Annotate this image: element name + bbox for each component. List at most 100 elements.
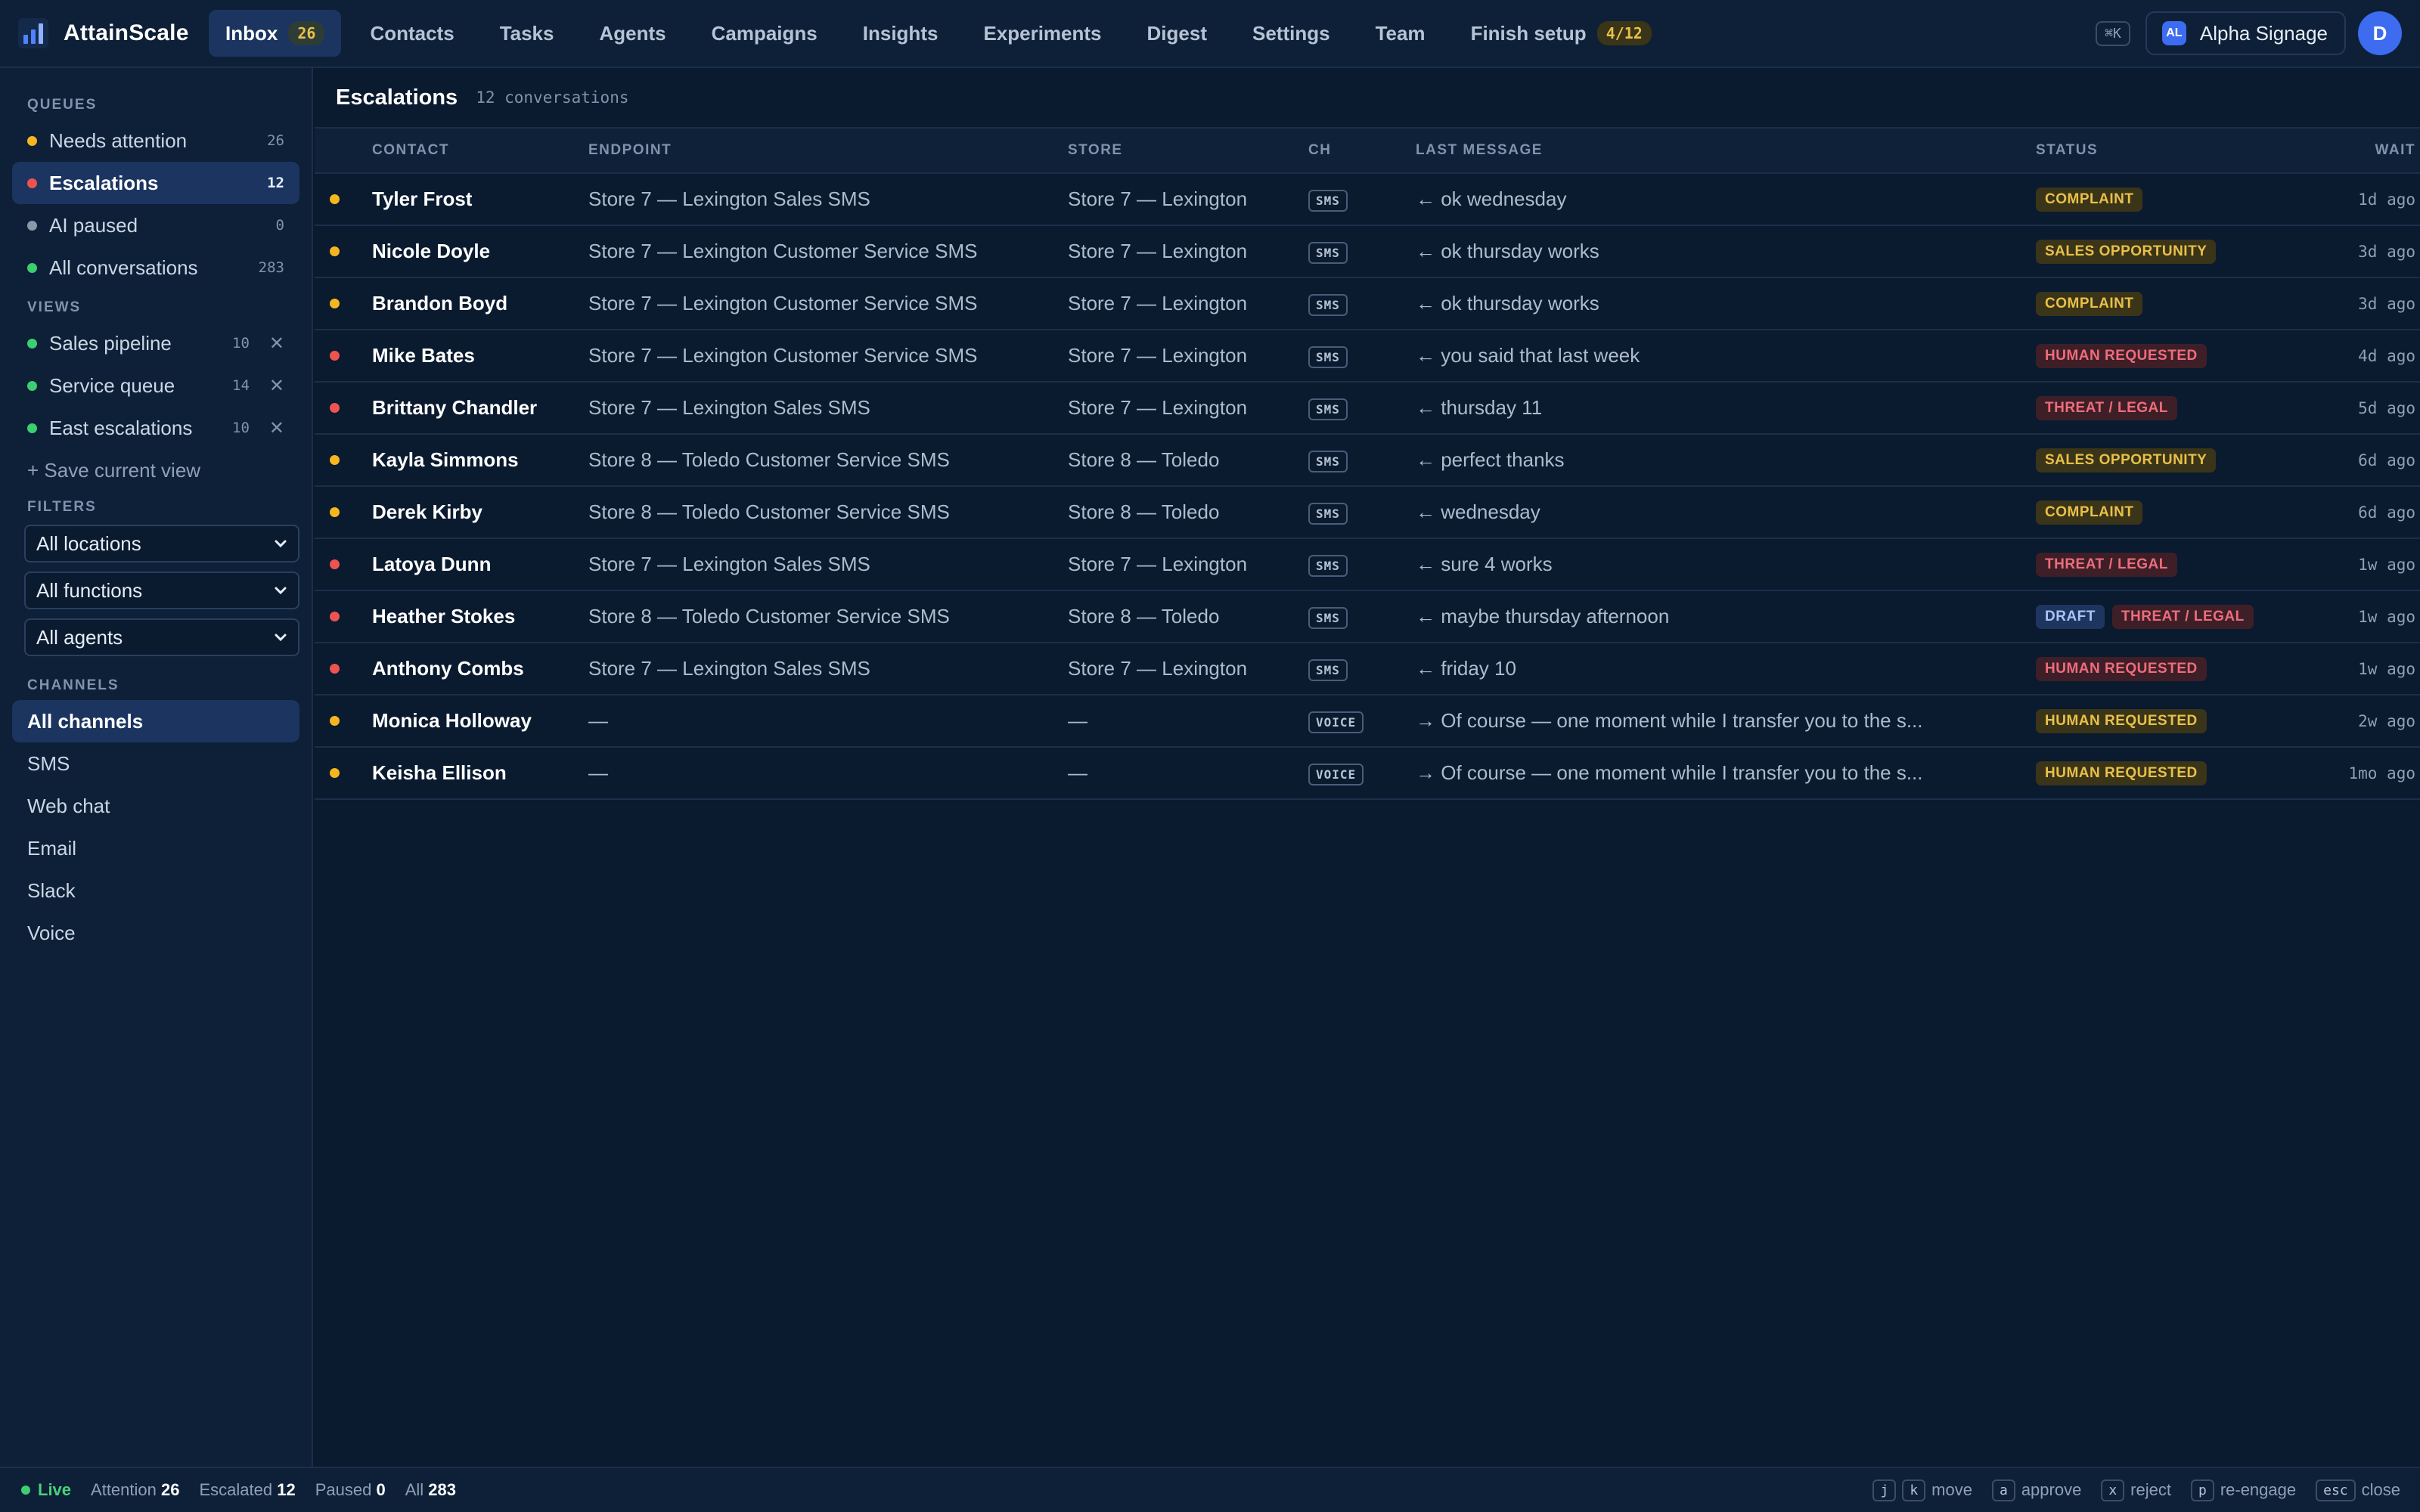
filter-select-all-agents[interactable]: All agents bbox=[24, 618, 299, 656]
table-row[interactable]: Nicole Doyle Store 7 — Lexington Customer… bbox=[315, 226, 2420, 278]
channel-label: Web chat bbox=[27, 794, 110, 817]
shortcut-key: esc bbox=[2316, 1479, 2356, 1501]
contact-name[interactable]: Keisha Ellison bbox=[372, 761, 588, 785]
nav-item-insights[interactable]: Insights bbox=[846, 10, 955, 57]
status-badge: COMPLAINT bbox=[2036, 291, 2143, 316]
channel-item-all-channels[interactable]: All channels bbox=[12, 700, 299, 742]
column-header-endpoint[interactable]: ENDPOINT bbox=[588, 142, 1068, 159]
sidebar-item-service-queue[interactable]: Service queue 14 ✕ bbox=[12, 364, 299, 407]
channel-badge: SMS bbox=[1308, 451, 1348, 472]
nav-label: Inbox bbox=[225, 21, 278, 45]
nav-label: Contacts bbox=[370, 21, 455, 45]
sidebar-item-all-conversations[interactable]: All conversations 283 bbox=[12, 246, 299, 289]
contact-name[interactable]: Monica Holloway bbox=[372, 709, 588, 733]
status-dot bbox=[27, 178, 37, 188]
shortcut-label: approve bbox=[2021, 1480, 2082, 1499]
last-message: ← perfect thanks bbox=[1416, 448, 1565, 471]
contact-name[interactable]: Tyler Frost bbox=[372, 187, 588, 211]
channel-badge: SMS bbox=[1308, 398, 1348, 420]
nav-item-team[interactable]: Team bbox=[1359, 10, 1442, 57]
user-avatar[interactable]: D bbox=[2358, 11, 2402, 55]
endpoint: Store 8 — Toledo Customer Service SMS bbox=[588, 605, 950, 627]
channel-item-voice[interactable]: Voice bbox=[12, 912, 299, 954]
close-icon[interactable]: ✕ bbox=[269, 375, 284, 397]
keyboard-shortcuts: j k move a approve x reject p re-engage esc close bbox=[1872, 1479, 2400, 1501]
table-row[interactable]: Keisha Ellison — — VOICE → Of course — one m… bbox=[315, 748, 2420, 800]
column-header-contact[interactable]: CONTACT bbox=[372, 142, 588, 159]
brand[interactable]: AttainScale bbox=[18, 18, 209, 48]
nav-item-campaigns[interactable]: Campaigns bbox=[695, 10, 834, 57]
channel-item-sms[interactable]: SMS bbox=[12, 742, 299, 785]
column-header-last-message[interactable]: LAST MESSAGE bbox=[1416, 142, 2036, 159]
main-panel: Escalations 12 conversations CONTACT END… bbox=[315, 68, 2420, 1467]
contact-name[interactable]: Latoya Dunn bbox=[372, 553, 588, 576]
sidebar-item-label: Sales pipeline bbox=[49, 331, 172, 355]
column-header-channel[interactable]: CH bbox=[1308, 142, 1416, 159]
stat-all: All 283 bbox=[405, 1480, 456, 1500]
store: — bbox=[1068, 709, 1087, 732]
filter-select-all-functions[interactable]: All functions bbox=[24, 572, 299, 609]
status-badge: HUMAN REQUESTED bbox=[2036, 708, 2207, 733]
save-view-button[interactable]: + Save current view bbox=[12, 449, 299, 491]
contact-name[interactable]: Mike Bates bbox=[372, 344, 588, 367]
nav-item-settings[interactable]: Settings bbox=[1236, 10, 1347, 57]
nav-item-inbox[interactable]: Inbox 26 bbox=[209, 10, 342, 57]
org-avatar: AL bbox=[2161, 21, 2186, 45]
channels-heading: CHANNELS bbox=[27, 677, 119, 693]
endpoint: Store 8 — Toledo Customer Service SMS bbox=[588, 448, 950, 471]
priority-dot bbox=[330, 612, 340, 621]
table-row[interactable]: Latoya Dunn Store 7 — Lexington Sales SMS… bbox=[315, 539, 2420, 591]
nav-badge: 26 bbox=[288, 21, 325, 45]
table-row[interactable]: Kayla Simmons Store 8 — Toledo Customer S… bbox=[315, 435, 2420, 487]
column-header-wait[interactable]: WAIT bbox=[2301, 142, 2417, 159]
nav-item-digest[interactable]: Digest bbox=[1131, 10, 1224, 57]
sidebar-item-sales-pipeline[interactable]: Sales pipeline 10 ✕ bbox=[12, 322, 299, 364]
table-row[interactable]: Derek Kirby Store 8 — Toledo Customer Ser… bbox=[315, 487, 2420, 539]
table-row[interactable]: Mike Bates Store 7 — Lexington Customer S… bbox=[315, 330, 2420, 383]
last-message: ← thursday 11 bbox=[1416, 396, 1543, 419]
contact-name[interactable]: Brittany Chandler bbox=[372, 396, 588, 420]
nav-item-experiments[interactable]: Experiments bbox=[966, 10, 1118, 57]
close-icon[interactable]: ✕ bbox=[269, 417, 284, 439]
column-header-store[interactable]: STORE bbox=[1068, 142, 1308, 159]
filter-select-all-locations[interactable]: All locations bbox=[24, 525, 299, 562]
store: Store 7 — Lexington bbox=[1068, 240, 1248, 262]
priority-dot bbox=[330, 768, 340, 778]
sidebar-item-ai-paused[interactable]: AI paused 0 bbox=[12, 204, 299, 246]
channel-item-slack[interactable]: Slack bbox=[12, 869, 299, 912]
nav-item-agents[interactable]: Agents bbox=[582, 10, 682, 57]
table-row[interactable]: Anthony Combs Store 7 — Lexington Sales S… bbox=[315, 643, 2420, 696]
contact-name[interactable]: Derek Kirby bbox=[372, 500, 588, 524]
table-row[interactable]: Monica Holloway — — VOICE → Of course — one … bbox=[315, 696, 2420, 748]
contact-name[interactable]: Anthony Combs bbox=[372, 657, 588, 680]
close-icon[interactable]: ✕ bbox=[269, 333, 284, 355]
stat-label: Attention bbox=[91, 1480, 157, 1499]
contact-name[interactable]: Kayla Simmons bbox=[372, 448, 588, 472]
endpoint: Store 7 — Lexington Sales SMS bbox=[588, 187, 870, 210]
table-row[interactable]: Brittany Chandler Store 7 — Lexington Sal… bbox=[315, 383, 2420, 435]
nav-item-tasks[interactable]: Tasks bbox=[483, 10, 571, 57]
sidebar-item-needs-attention[interactable]: Needs attention 26 bbox=[12, 119, 299, 162]
channel-item-web-chat[interactable]: Web chat bbox=[12, 785, 299, 827]
conversation-table-body: Tyler Frost Store 7 — Lexington Sales SMS… bbox=[315, 174, 2420, 800]
last-message: → Of course — one moment while I transfe… bbox=[1416, 709, 1923, 732]
last-message: ← ok thursday works bbox=[1416, 292, 1599, 314]
nav-item-finish-setup[interactable]: Finish setup 4/12 bbox=[1454, 10, 1668, 57]
stat-paused: Paused 0 bbox=[315, 1480, 386, 1500]
nav-item-contacts[interactable]: Contacts bbox=[353, 10, 470, 57]
command-palette-shortcut[interactable]: ⌘K bbox=[2096, 20, 2130, 46]
channel-item-email[interactable]: Email bbox=[12, 827, 299, 869]
table-row[interactable]: Brandon Boyd Store 7 — Lexington Customer… bbox=[315, 278, 2420, 330]
org-switcher[interactable]: AL Alpha Signage bbox=[2145, 11, 2346, 55]
contact-name[interactable]: Nicole Doyle bbox=[372, 240, 588, 263]
contact-name[interactable]: Heather Stokes bbox=[372, 605, 588, 628]
nav-label: Finish setup bbox=[1470, 21, 1587, 45]
contact-name[interactable]: Brandon Boyd bbox=[372, 292, 588, 315]
sidebar-item-east-escalations[interactable]: East escalations 10 ✕ bbox=[12, 407, 299, 449]
status-dot bbox=[27, 380, 37, 391]
sidebar-item-escalations[interactable]: Escalations 12 bbox=[12, 162, 299, 204]
nav-label: Team bbox=[1375, 21, 1426, 45]
column-header-status[interactable]: STATUS bbox=[2036, 142, 2301, 159]
table-row[interactable]: Tyler Frost Store 7 — Lexington Sales SMS… bbox=[315, 174, 2420, 226]
table-row[interactable]: Heather Stokes Store 8 — Toledo Customer … bbox=[315, 591, 2420, 643]
